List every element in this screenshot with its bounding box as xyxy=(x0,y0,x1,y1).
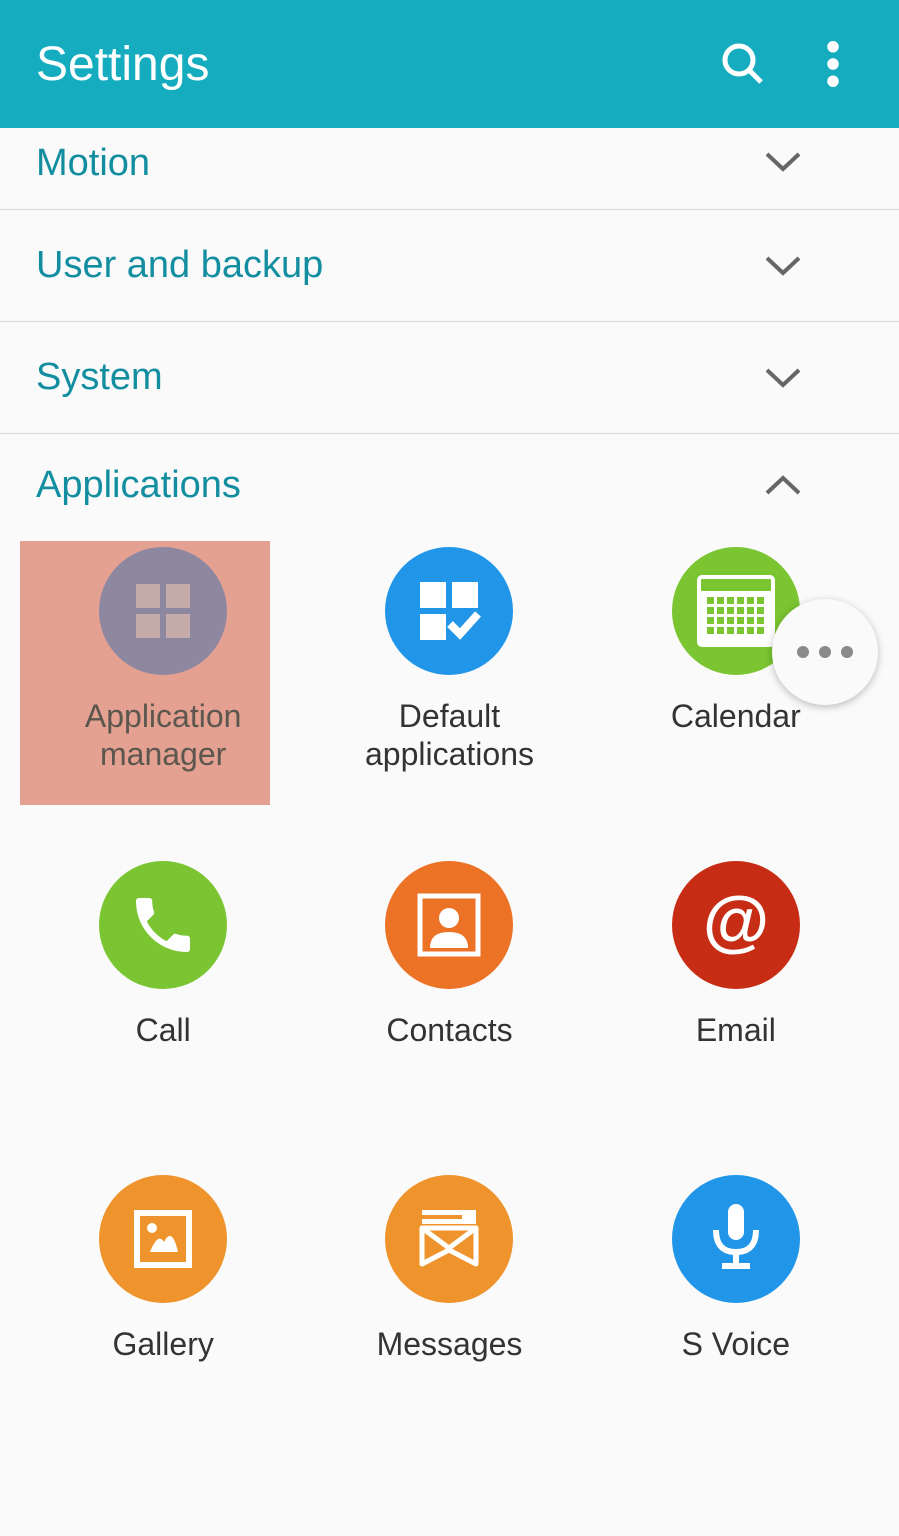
tile-label: Application manager xyxy=(48,697,278,774)
quick-settings-button[interactable] xyxy=(772,599,878,705)
app-grid: Application manager Default applications xyxy=(0,507,899,1429)
tile-label: S Voice xyxy=(682,1325,791,1363)
section-label: User and backup xyxy=(36,244,763,287)
section-system[interactable]: System xyxy=(0,322,899,434)
contacts-icon xyxy=(385,861,513,989)
tile-label: Email xyxy=(696,1011,776,1049)
search-icon[interactable] xyxy=(703,24,783,104)
grid-icon xyxy=(99,547,227,675)
messages-icon xyxy=(385,1175,513,1303)
tile-label: Calendar xyxy=(671,697,801,735)
section-label: Motion xyxy=(36,142,763,185)
app-default-applications[interactable]: Default applications xyxy=(306,547,592,801)
section-motion[interactable]: Motion xyxy=(0,128,899,210)
tile-label: Default applications xyxy=(334,697,564,774)
app-header: Settings xyxy=(0,0,899,128)
more-icon[interactable] xyxy=(803,24,863,104)
chevron-up-icon xyxy=(763,466,803,506)
app-messages[interactable]: Messages xyxy=(306,1175,592,1429)
microphone-icon xyxy=(672,1175,800,1303)
app-gallery[interactable]: Gallery xyxy=(20,1175,306,1429)
svg-text:@: @ xyxy=(703,885,769,959)
chevron-down-icon xyxy=(763,358,803,398)
dot-icon xyxy=(819,646,831,658)
chevron-down-icon xyxy=(763,246,803,286)
gallery-icon xyxy=(99,1175,227,1303)
app-contacts[interactable]: Contacts xyxy=(306,861,592,1115)
phone-icon xyxy=(99,861,227,989)
dot-icon xyxy=(841,646,853,658)
chevron-down-icon xyxy=(763,142,803,182)
section-user-and-backup[interactable]: User and backup xyxy=(0,210,899,322)
section-label: System xyxy=(36,356,763,399)
grid-check-icon xyxy=(385,547,513,675)
app-s-voice[interactable]: S Voice xyxy=(593,1175,879,1429)
tile-label: Contacts xyxy=(386,1011,512,1049)
app-application-manager[interactable]: Application manager xyxy=(20,547,306,801)
tile-label: Messages xyxy=(377,1325,523,1363)
at-icon: @ xyxy=(672,861,800,989)
page-title: Settings xyxy=(36,37,703,92)
tile-label: Call xyxy=(136,1011,191,1049)
app-email[interactable]: @ Email xyxy=(593,861,879,1115)
section-applications[interactable]: Applications xyxy=(0,434,899,507)
tile-label: Gallery xyxy=(112,1325,213,1363)
app-call[interactable]: Call xyxy=(20,861,306,1115)
dot-icon xyxy=(797,646,809,658)
section-label: Applications xyxy=(36,464,763,507)
